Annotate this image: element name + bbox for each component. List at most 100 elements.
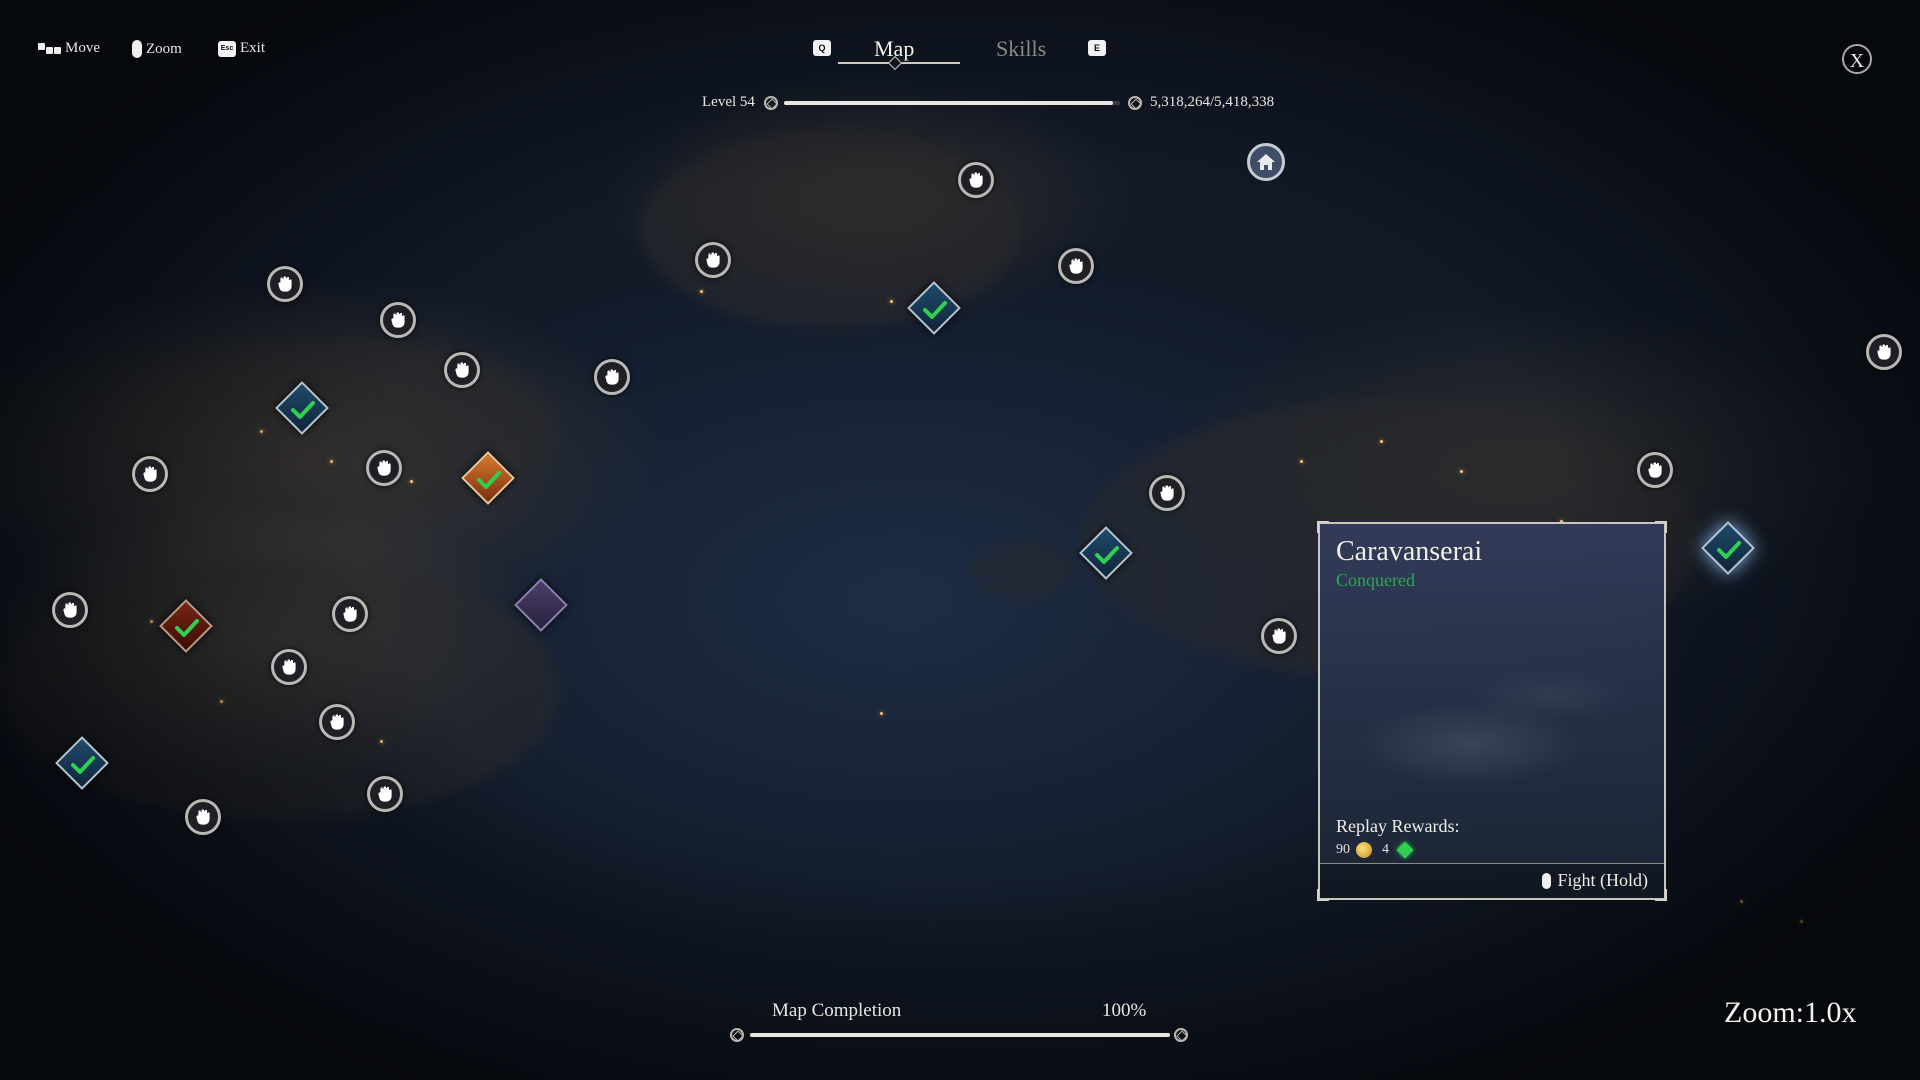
level-label: Level 54 <box>702 94 755 110</box>
exit-label: Exit <box>240 40 265 56</box>
checkmark-icon <box>475 466 503 494</box>
battle-marker[interactable] <box>695 242 731 278</box>
battle-marker[interactable] <box>958 162 994 198</box>
city-light <box>150 620 153 623</box>
fist-icon <box>62 601 78 619</box>
location-card[interactable]: Caravanserai Conquered Replay Rewards: 9… <box>1317 521 1667 901</box>
mouse-icon <box>132 40 142 58</box>
level-bar-right-ornament <box>1128 96 1142 110</box>
fist-icon <box>195 808 211 826</box>
move-label: Move <box>65 40 100 56</box>
city-light <box>260 430 263 433</box>
city-light <box>1380 440 1383 443</box>
land-north-city <box>640 130 1020 330</box>
battle-marker[interactable] <box>367 776 403 812</box>
active-tab-underline <box>838 62 960 64</box>
map-completion-fill <box>750 1033 1170 1037</box>
home-marker[interactable] <box>1247 143 1285 181</box>
checkmark-icon <box>921 296 949 324</box>
checkmark-icon <box>69 751 97 779</box>
tab-skills[interactable]: Skills <box>996 36 1046 62</box>
city-light <box>330 460 333 463</box>
battle-marker[interactable] <box>1637 452 1673 488</box>
completion-bar-left-ornament <box>730 1028 744 1042</box>
xp-text: 5,318,264/5,418,338 <box>1150 94 1275 110</box>
battle-marker[interactable] <box>271 649 307 685</box>
fist-icon <box>1876 343 1892 361</box>
city-light <box>1740 900 1743 903</box>
fist-icon <box>376 459 392 477</box>
battle-marker[interactable] <box>444 352 480 388</box>
green-gem-icon <box>1396 841 1414 859</box>
fist-icon <box>329 713 345 731</box>
fist-icon <box>705 251 721 269</box>
battle-marker[interactable] <box>52 592 88 628</box>
replay-rewards: 90 4 <box>1336 841 1414 859</box>
battle-marker[interactable] <box>185 799 221 835</box>
zoom-hint-label: Zoom <box>146 40 182 57</box>
city-light <box>700 290 703 293</box>
gem-amount: 4 <box>1382 842 1389 857</box>
battle-marker[interactable] <box>1058 248 1094 284</box>
fist-icon <box>377 785 393 803</box>
battle-marker[interactable] <box>1261 618 1297 654</box>
fist-icon <box>1271 627 1287 645</box>
exit-hint[interactable]: Esc Exit <box>218 40 265 57</box>
fist-icon <box>142 465 158 483</box>
fight-button[interactable]: Fight (Hold) <box>1542 870 1648 891</box>
city-light <box>890 300 893 303</box>
checkmark-icon <box>1093 541 1121 569</box>
e-key-icon[interactable]: E <box>1088 40 1106 56</box>
close-button[interactable]: X <box>1842 44 1872 74</box>
location-title: Caravanserai <box>1336 536 1483 567</box>
city-light <box>380 740 383 743</box>
move-hint: Move <box>38 40 100 57</box>
fist-icon <box>968 171 984 189</box>
card-corner <box>1655 521 1667 533</box>
battle-marker[interactable] <box>267 266 303 302</box>
fist-icon <box>277 275 293 293</box>
q-key-icon[interactable]: Q <box>813 40 831 56</box>
city-light <box>1800 920 1803 923</box>
battle-marker[interactable] <box>332 596 368 632</box>
zoom-level: Zoom:1.0x <box>1724 996 1857 1029</box>
fist-icon <box>1068 257 1084 275</box>
fist-icon <box>390 311 406 329</box>
fight-label: Fight (Hold) <box>1557 870 1648 890</box>
battle-marker[interactable] <box>594 359 630 395</box>
battle-marker[interactable] <box>1149 475 1185 511</box>
battle-marker[interactable] <box>319 704 355 740</box>
land-islet <box>972 540 1072 600</box>
gold-amount: 90 <box>1336 842 1350 857</box>
battle-marker[interactable] <box>380 302 416 338</box>
location-status: Conquered <box>1336 570 1415 590</box>
city-light <box>1460 470 1463 473</box>
map-completion-label: Map Completion <box>772 1000 902 1021</box>
location-preview-image <box>1320 634 1664 814</box>
zoom-hint: Zoom <box>132 40 182 58</box>
fist-icon <box>1647 461 1663 479</box>
battle-marker[interactable] <box>366 450 402 486</box>
card-corner <box>1317 521 1329 533</box>
checkmark-icon <box>1715 536 1743 564</box>
completion-bar-right-ornament <box>1174 1028 1188 1042</box>
checkmark-icon <box>173 614 201 642</box>
card-footer: Fight (Hold) <box>1320 863 1664 898</box>
city-light <box>410 480 413 483</box>
wasd-keys-icon <box>38 43 61 54</box>
map-completion-bar <box>750 1033 1170 1037</box>
checkmark-icon <box>289 396 317 424</box>
level-progress-bar <box>784 101 1120 105</box>
level-progress-fill <box>784 101 1114 105</box>
battle-marker[interactable] <box>1866 334 1902 370</box>
city-light <box>220 700 223 703</box>
fist-icon <box>604 368 620 386</box>
fist-icon <box>454 361 470 379</box>
level-bar-left-ornament <box>764 96 778 110</box>
replay-rewards-label: Replay Rewards: <box>1336 816 1460 836</box>
fist-icon <box>281 658 297 676</box>
fist-icon <box>342 605 358 623</box>
battle-marker[interactable] <box>132 456 168 492</box>
gold-coin-icon <box>1356 842 1372 858</box>
map-completion-percent: 100% <box>1102 1000 1147 1021</box>
